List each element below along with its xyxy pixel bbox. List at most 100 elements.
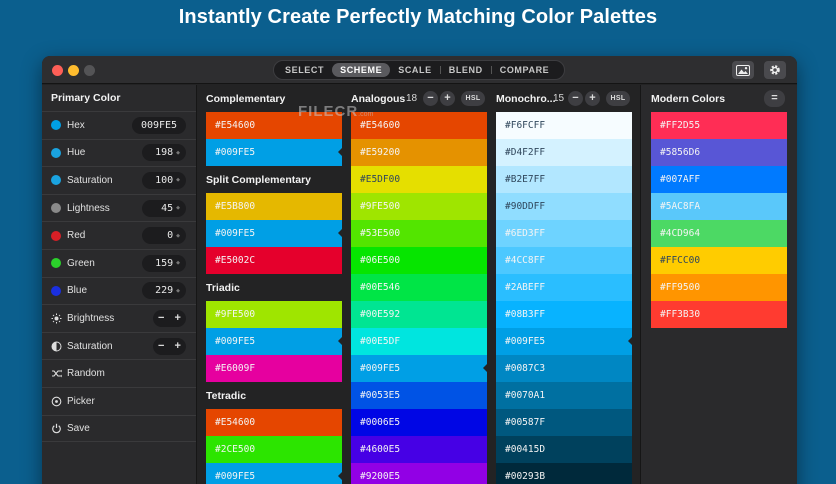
title-bar: SELECT SCHEME SCALE BLEND COMPARE: [42, 56, 797, 84]
harmony-swatch[interactable]: #2CE500: [206, 436, 342, 463]
monochromatic-swatch[interactable]: #6ED3FF: [496, 220, 632, 247]
saturation-stepper-icon[interactable]: ◆: [176, 177, 180, 183]
monochromatic-swatch[interactable]: #0087C3: [496, 355, 632, 382]
monochromatic-mode-button[interactable]: HSL: [606, 91, 630, 106]
sidebar-label-adjust-brightness: Brightness: [67, 312, 115, 324]
monochromatic-swatch[interactable]: #00415D: [496, 436, 632, 463]
lightness-field[interactable]: 45 ◆: [142, 199, 186, 217]
blue-field[interactable]: 229 ◆: [142, 282, 186, 300]
green-field[interactable]: 159 ◆: [142, 254, 186, 272]
save-button[interactable]: Save: [42, 414, 196, 443]
modern-color-swatch[interactable]: #FF2D55: [651, 112, 787, 139]
minimize-window-button[interactable]: [68, 65, 79, 76]
tab-blend[interactable]: BLEND: [441, 63, 491, 77]
harmony-swatch[interactable]: #E5B800: [206, 193, 342, 220]
analogous-swatch[interactable]: #E59200: [351, 139, 487, 166]
monochromatic-swatch[interactable]: #00293B: [496, 463, 632, 484]
monochromatic-swatch[interactable]: #2ABEFF: [496, 274, 632, 301]
hex-field[interactable]: 009FE5: [132, 116, 186, 134]
harmony-swatch[interactable]: #E6009F: [206, 355, 342, 382]
monochromatic-title: Monochro...: [496, 93, 556, 105]
modern-color-swatch[interactable]: #FFCC00: [651, 247, 787, 274]
analogous-swatch[interactable]: #E5DF00: [351, 166, 487, 193]
brightness-adjust-control: − +: [153, 309, 186, 327]
hex-color-dot: [51, 120, 61, 131]
picker-button[interactable]: Picker: [42, 386, 196, 415]
harmony-swatch[interactable]: #009FE5: [206, 463, 342, 484]
blue-color-dot: [51, 285, 61, 296]
analogous-swatch[interactable]: #06E500: [351, 247, 487, 274]
lightness-stepper-icon[interactable]: ◆: [176, 205, 180, 211]
modern-color-swatch[interactable]: #FF3B30: [651, 301, 787, 328]
analogous-swatch[interactable]: #0053E5: [351, 382, 487, 409]
monochromatic-swatch[interactable]: #009FE5: [496, 328, 632, 355]
saturation-decrease-button[interactable]: −: [158, 340, 164, 352]
analogous-swatch[interactable]: #00E5DF: [351, 328, 487, 355]
analogous-swatch[interactable]: #4600E5: [351, 436, 487, 463]
harmony-swatch[interactable]: #9FE500: [206, 301, 342, 328]
harmony-swatch[interactable]: #009FE5: [206, 220, 342, 247]
analogous-swatch[interactable]: #00E546: [351, 274, 487, 301]
page-headline: Instantly Create Perfectly Matching Colo…: [178, 6, 658, 28]
zoom-window-button[interactable]: [84, 65, 95, 76]
picker-icon: [51, 396, 62, 407]
random-button[interactable]: Random: [42, 359, 196, 387]
harmony-title-1: Split Complementary: [206, 174, 312, 186]
harmony-swatch[interactable]: #009FE5: [206, 139, 342, 166]
monochromatic-swatch[interactable]: #F6FCFF: [496, 112, 632, 139]
harmony-swatch[interactable]: #E5002C: [206, 247, 342, 274]
close-window-button[interactable]: [52, 65, 63, 76]
monochromatic-increase-button[interactable]: +: [585, 91, 600, 106]
green-color-dot: [51, 258, 61, 269]
monochromatic-swatch[interactable]: #00587F: [496, 409, 632, 436]
monochromatic-swatch[interactable]: #90DDFF: [496, 193, 632, 220]
hue-stepper-icon[interactable]: ◆: [176, 150, 180, 156]
brightness-decrease-button[interactable]: −: [158, 312, 164, 324]
red-field[interactable]: 0 ◆: [142, 227, 186, 245]
red-stepper-icon[interactable]: ◆: [176, 233, 180, 239]
analogous-increase-button[interactable]: +: [440, 91, 455, 106]
harmony-swatch[interactable]: #E54600: [206, 409, 342, 436]
modern-color-swatch[interactable]: #5856D6: [651, 139, 787, 166]
red-color-dot: [51, 230, 61, 241]
sidebar-row-adjust-brightness: Brightness − +: [42, 304, 196, 332]
analogous-swatch[interactable]: #53E500: [351, 220, 487, 247]
analogous-swatch[interactable]: #00E592: [351, 301, 487, 328]
tab-select[interactable]: SELECT: [277, 63, 332, 77]
random-label: Random: [67, 368, 105, 380]
settings-button[interactable]: [764, 61, 786, 79]
hue-field[interactable]: 198 ◆: [142, 144, 186, 162]
saturation-increase-button[interactable]: +: [175, 340, 181, 352]
tab-compare[interactable]: COMPARE: [492, 63, 558, 77]
monochromatic-swatch[interactable]: #0070A1: [496, 382, 632, 409]
modern-color-swatch[interactable]: #FF9500: [651, 274, 787, 301]
blue-stepper-icon[interactable]: ◆: [176, 288, 180, 294]
harmony-title-3: Tetradic: [206, 390, 247, 402]
modern-color-swatch[interactable]: #5AC8FA: [651, 193, 787, 220]
analogous-swatch[interactable]: #0006E5: [351, 409, 487, 436]
analogous-swatch[interactable]: #9200E5: [351, 463, 487, 484]
gear-icon: [770, 65, 780, 75]
sidebar-row-red: Red 0 ◆: [42, 221, 196, 249]
analogous-swatch[interactable]: #009FE5: [351, 355, 487, 382]
monochromatic-swatch[interactable]: #D4F2FF: [496, 139, 632, 166]
image-button[interactable]: [732, 61, 754, 79]
monochromatic-swatch[interactable]: #4CC8FF: [496, 247, 632, 274]
sidebar-label-hex: Hex: [67, 119, 85, 131]
modern-color-swatch[interactable]: #007AFF: [651, 166, 787, 193]
analogous-decrease-button[interactable]: −: [423, 91, 438, 106]
monochromatic-swatch[interactable]: #08B3FF: [496, 301, 632, 328]
brightness-increase-button[interactable]: +: [175, 312, 181, 324]
analogous-mode-button[interactable]: HSL: [461, 91, 485, 106]
sidebar-row-hue: Hue 198 ◆: [42, 138, 196, 167]
tab-scheme[interactable]: SCHEME: [332, 63, 391, 77]
tab-scale[interactable]: SCALE: [390, 63, 440, 77]
monochromatic-decrease-button[interactable]: −: [568, 91, 583, 106]
green-stepper-icon[interactable]: ◆: [176, 260, 180, 266]
monochromatic-swatch[interactable]: #B2E7FF: [496, 166, 632, 193]
modern-colors-menu-button[interactable]: =: [764, 90, 785, 107]
modern-color-swatch[interactable]: #4CD964: [651, 220, 787, 247]
saturation-field[interactable]: 100 ◆: [142, 171, 186, 189]
analogous-swatch[interactable]: #9FE500: [351, 193, 487, 220]
harmony-swatch[interactable]: #009FE5: [206, 328, 342, 355]
